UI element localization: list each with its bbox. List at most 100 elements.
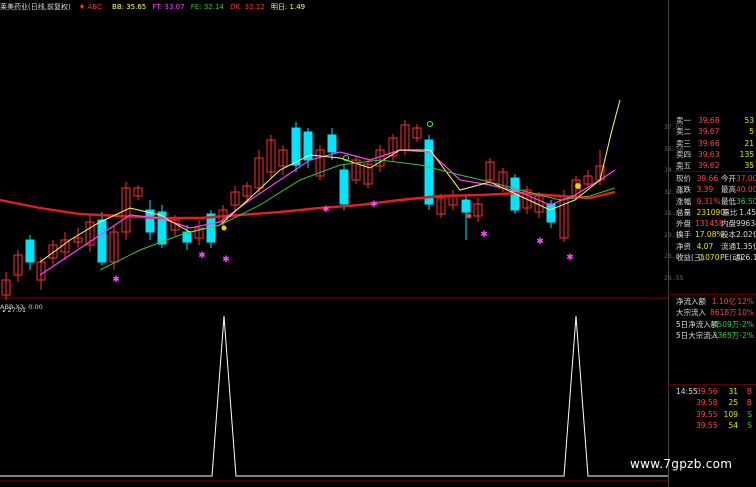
- stock-title: 莱美药业(日线,前复权): [0, 3, 71, 11]
- sub-indicator-line: [0, 315, 668, 477]
- trade-time: [676, 397, 696, 408]
- trade-price: 39.55: [696, 420, 718, 430]
- trade-time: [676, 420, 696, 431]
- signal-star-icon: ✱: [480, 230, 488, 240]
- signal-star-icon: ✱: [370, 200, 378, 210]
- flow-row: 5日大宗流入 -3365万 -2%: [676, 331, 756, 342]
- candle-body: [291, 127, 301, 166]
- divider: [668, 171, 756, 172]
- stat-label: 涨幅: [676, 196, 691, 206]
- ma-green-line: [99, 159, 616, 271]
- stat-label: PE(动): [720, 253, 743, 263]
- legend-dk: DK: 32.12: [230, 3, 265, 11]
- candle-body: [461, 199, 471, 213]
- tick-trades: 14:55 39.56 31 B 39.58 25 B 39.55 109 S 39.55 54 S: [676, 386, 756, 431]
- legend-fe: FE: 32.14: [190, 3, 224, 11]
- trade-volume: 54: [728, 420, 738, 430]
- stat-row: 净资 4.07 流通1.35亿: [676, 241, 756, 252]
- stat-value: 39.66: [696, 174, 719, 183]
- stat-value: 2.02亿: [736, 230, 756, 240]
- stat-value: 36.50: [736, 196, 756, 206]
- flow-value: -3365万: [710, 330, 740, 340]
- trade-row: 39.55 109 S: [676, 409, 756, 420]
- order-label: 卖一: [676, 116, 691, 125]
- flow-row: 5日净流入额 -4509万 -2%: [676, 320, 756, 331]
- trade-side: B: [746, 387, 752, 396]
- order-volume: 35: [744, 161, 754, 171]
- stat-label: 今开: [721, 174, 736, 183]
- order-book-row: 卖三 39.66 21: [676, 138, 756, 149]
- stat-row: 换手 17.08%股本2.02亿: [676, 229, 756, 240]
- order-label: 卖五: [676, 161, 691, 171]
- order-book-row: 卖一 39.68 53: [676, 115, 756, 126]
- watermark: www.7gpzb.com: [630, 457, 733, 471]
- flow-row: 大宗流入 8618万 10%: [676, 308, 756, 319]
- flow-row: 净流入额 1.10亿 12%: [676, 297, 756, 308]
- order-book-row: 卖二 39.67 5: [676, 126, 756, 137]
- stat-row: 收益(三) 0.070 PE(动) 426.1: [676, 252, 756, 263]
- candle-body: [327, 134, 337, 153]
- order-volume: 21: [744, 138, 754, 148]
- signal-star-icon: ✱: [536, 237, 544, 247]
- flow-label: 净流入额: [676, 297, 706, 306]
- order-book-row: 卖五 39.62 35: [676, 160, 756, 171]
- trade-row: 14:55 39.56 31 B: [676, 386, 756, 397]
- candle-body: [97, 219, 107, 263]
- stat-value: 9.31%: [696, 196, 721, 206]
- order-price: 39.67: [698, 127, 720, 137]
- stat-row: 总量 231090 量比 1.45: [676, 207, 756, 218]
- signal-star-icon: ✱: [198, 251, 206, 261]
- order-book-row: 卖四 39.63 135: [676, 149, 756, 160]
- trade-side: S: [747, 409, 752, 419]
- legend-abc: ♦ ABC: [78, 3, 102, 11]
- stock-chart-window: ✱ ✱ ✱ ✱ ✱ ✱ ✱ ✱ 莱美药业(日线,前复权) ♦ ABC BB: 35.65 FT…: [0, 0, 756, 487]
- flow-percent: 12%: [737, 297, 754, 306]
- stat-value: 99634: [736, 219, 756, 229]
- trade-price: 39.58: [696, 398, 718, 408]
- trade-side: B: [746, 398, 752, 408]
- legend-ft: FT: 33.07: [152, 3, 185, 11]
- order-volume: 5: [749, 127, 754, 137]
- stat-label: 股本: [721, 230, 736, 240]
- flow-value: 8618万: [710, 308, 737, 318]
- sub-indicator-legend: ABB X3: 0.00: [0, 303, 43, 311]
- signal-star-icon: ✱: [112, 275, 120, 285]
- divider: [668, 294, 756, 295]
- stat-label: 最低: [721, 196, 736, 206]
- indicator-legend: 莱美药业(日线,前复权) ♦ ABC BB: 35.65 FT: 33.07 F…: [0, 1, 309, 13]
- stat-row: 外盘 131458内盘99634: [676, 218, 756, 229]
- order-volume: 53: [744, 116, 754, 125]
- signal-star-icon: ✱: [322, 205, 330, 215]
- order-label: 卖三: [676, 138, 691, 148]
- ma-short-line: [39, 99, 621, 263]
- stat-label: 最高: [721, 185, 736, 195]
- stat-value: 17.08%: [695, 230, 724, 240]
- stat-value: 131458: [695, 219, 724, 229]
- signal-dot-icon: [466, 213, 472, 219]
- order-label: 卖四: [676, 149, 691, 159]
- flow-label: 大宗流入: [676, 308, 706, 318]
- order-volume: 135: [739, 149, 754, 159]
- kline-chart[interactable]: ✱ ✱ ✱ ✱ ✱ ✱ ✱ ✱: [0, 0, 668, 487]
- trade-volume: 25: [728, 398, 738, 408]
- order-book: 卖一 39.68 53 卖二 39.67 5 卖三 39.66 21 卖四 39.63 135 卖五 39…: [676, 115, 756, 171]
- candle-body: [25, 239, 35, 263]
- trade-volume: 31: [728, 387, 738, 396]
- axis-tick-label: 26.55: [664, 273, 684, 282]
- trade-time: 14:55: [676, 387, 698, 396]
- stat-label: 净资: [676, 241, 691, 251]
- stat-value: 40.00: [736, 185, 756, 195]
- stat-value: 426.1: [736, 253, 756, 263]
- candle-body: [339, 169, 349, 205]
- stat-value: 37.00: [736, 174, 756, 183]
- stat-label: 流通: [721, 241, 736, 251]
- fund-flow: 净流入额 1.10亿 12% 大宗流入 8618万 10% 5日净流入额 -4509万 -2% 5…: [676, 297, 756, 342]
- stat-label: 外盘: [676, 219, 691, 229]
- signal-dot-icon: [427, 121, 433, 127]
- signal-dot-icon: [221, 225, 227, 231]
- signal-star-icon: ✱: [222, 255, 230, 265]
- trade-side: S: [747, 420, 752, 430]
- trade-row: 39.55 54 S: [676, 420, 756, 431]
- flow-percent: -2%: [739, 319, 754, 329]
- signal-dot-icon: [575, 183, 581, 189]
